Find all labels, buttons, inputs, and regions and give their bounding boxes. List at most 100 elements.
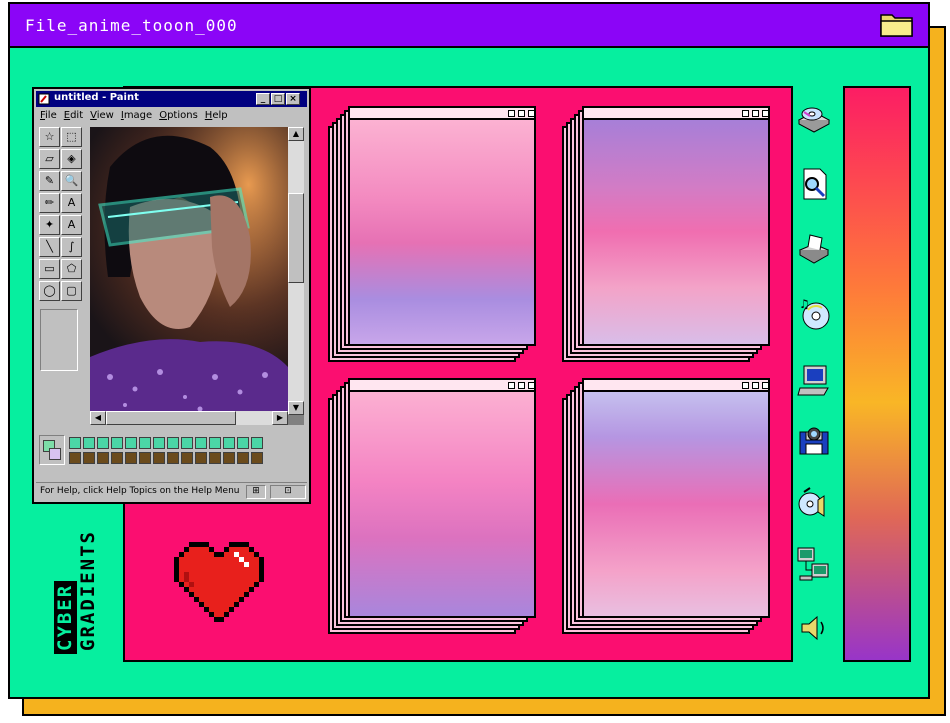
maximize-icon[interactable] xyxy=(752,110,759,117)
palette-swatch[interactable] xyxy=(251,452,263,464)
palette-swatch[interactable] xyxy=(195,437,207,449)
select-icon[interactable]: ⬚ xyxy=(61,127,82,147)
picker-icon[interactable]: ✎ xyxy=(39,171,60,191)
palette-swatch[interactable] xyxy=(97,437,109,449)
scroll-right-icon[interactable]: ▶ xyxy=(272,411,288,425)
palette-swatch[interactable] xyxy=(111,452,123,464)
minimize-icon[interactable] xyxy=(508,110,515,117)
gradient-window-titlebar[interactable] xyxy=(350,108,535,120)
maximize-icon[interactable] xyxy=(518,382,525,389)
palette-swatch[interactable] xyxy=(209,452,221,464)
scroll-down-icon[interactable]: ▼ xyxy=(288,401,304,415)
magnifier-icon[interactable]: 🔍 xyxy=(61,171,82,191)
music-cd-icon[interactable]: ♫ xyxy=(796,296,832,332)
free-select-icon[interactable]: ☆ xyxy=(39,127,60,147)
gradient-window[interactable] xyxy=(348,378,536,618)
palette-swatch[interactable] xyxy=(209,437,221,449)
palette-swatch[interactable] xyxy=(125,437,137,449)
close-icon[interactable] xyxy=(528,110,535,117)
palette-swatch[interactable] xyxy=(223,452,235,464)
palette-swatch[interactable] xyxy=(69,437,81,449)
eraser-icon[interactable]: ▱ xyxy=(39,149,60,169)
minimize-button[interactable]: _ xyxy=(256,93,270,105)
gradient-window-titlebar[interactable] xyxy=(350,380,535,392)
scroll-thumb[interactable] xyxy=(288,193,304,283)
menu-file[interactable]: File xyxy=(40,110,57,121)
maximize-icon[interactable] xyxy=(752,382,759,389)
paint-window[interactable]: untitled - Paint _ □ × File Edit View Im… xyxy=(32,87,311,504)
minimize-icon[interactable] xyxy=(742,110,749,117)
pencil-icon[interactable]: ✏ xyxy=(39,193,60,213)
menu-image[interactable]: Image xyxy=(121,110,152,121)
palette-swatch[interactable] xyxy=(83,452,95,464)
line-icon[interactable]: ╲ xyxy=(39,237,60,257)
gradient-window[interactable] xyxy=(582,378,770,618)
text-icon[interactable]: A xyxy=(61,215,82,235)
gradient-window-stack[interactable] xyxy=(326,378,536,640)
scroll-up-icon[interactable]: ▲ xyxy=(288,127,304,141)
rounded-rect-icon[interactable]: ▢ xyxy=(61,281,82,301)
palette-swatch[interactable] xyxy=(181,437,193,449)
palette-swatch[interactable] xyxy=(153,437,165,449)
vertical-scrollbar[interactable]: ▲ ▼ xyxy=(288,127,304,415)
close-icon[interactable] xyxy=(762,110,769,117)
close-icon[interactable] xyxy=(762,382,769,389)
menu-help[interactable]: Help xyxy=(205,110,228,121)
brush-icon[interactable]: A xyxy=(61,193,82,213)
palette-swatch[interactable] xyxy=(125,452,137,464)
palette-swatch[interactable] xyxy=(69,452,81,464)
palette-swatch[interactable] xyxy=(139,452,151,464)
camera-floppy-icon[interactable] xyxy=(796,422,832,458)
maximize-button[interactable]: □ xyxy=(271,93,285,105)
maximize-icon[interactable] xyxy=(518,110,525,117)
palette-swatch[interactable] xyxy=(237,452,249,464)
network-icon[interactable] xyxy=(796,546,832,582)
printer-icon[interactable] xyxy=(796,230,832,266)
minimize-icon[interactable] xyxy=(508,382,515,389)
paint-title-bar[interactable]: untitled - Paint _ □ × xyxy=(36,91,307,107)
fill-icon[interactable]: ◈ xyxy=(61,149,82,169)
menu-view[interactable]: View xyxy=(90,110,114,121)
close-icon[interactable] xyxy=(528,382,535,389)
scroll-left-icon[interactable]: ◀ xyxy=(90,411,106,425)
palette-swatch[interactable] xyxy=(153,452,165,464)
palette-swatch[interactable] xyxy=(111,437,123,449)
gradient-window-titlebar[interactable] xyxy=(584,380,769,392)
minimize-icon[interactable] xyxy=(742,382,749,389)
palette-swatch[interactable] xyxy=(167,437,179,449)
palette-swatch[interactable] xyxy=(237,437,249,449)
palette-swatch[interactable] xyxy=(195,452,207,464)
gradient-window[interactable] xyxy=(348,106,536,346)
palette-swatch[interactable] xyxy=(181,452,193,464)
gradient-window-stack[interactable] xyxy=(560,378,770,640)
menu-options[interactable]: Options xyxy=(159,110,198,121)
close-button[interactable]: × xyxy=(286,93,300,105)
palette-swatch[interactable] xyxy=(223,437,235,449)
airbrush-icon[interactable]: ✦ xyxy=(39,215,60,235)
polygon-icon[interactable]: ⬠ xyxy=(61,259,82,279)
hscroll-thumb[interactable] xyxy=(106,411,236,425)
palette-swatch[interactable] xyxy=(83,437,95,449)
palette-swatch[interactable] xyxy=(139,437,151,449)
paint-canvas[interactable]: ▲ ▼ ◀ ▶ xyxy=(90,127,304,425)
gradient-window-titlebar[interactable] xyxy=(584,108,769,120)
palette-swatch[interactable] xyxy=(251,437,263,449)
speaker-cd-icon[interactable] xyxy=(796,486,832,522)
gradient-window-stack[interactable] xyxy=(560,106,770,368)
gradient-window[interactable] xyxy=(582,106,770,346)
palette-swatch[interactable] xyxy=(167,452,179,464)
current-colors[interactable] xyxy=(39,435,65,465)
horizontal-scrollbar[interactable]: ◀ ▶ xyxy=(90,411,288,425)
title-bar[interactable]: File_anime_tooon_000 xyxy=(10,4,928,48)
palette-swatch[interactable] xyxy=(97,452,109,464)
curve-icon[interactable]: ∫ xyxy=(61,237,82,257)
ellipse-icon[interactable]: ◯ xyxy=(39,281,60,301)
cd-drive-icon[interactable] xyxy=(796,100,832,136)
menu-edit[interactable]: Edit xyxy=(64,110,83,121)
gradient-window-stack[interactable] xyxy=(326,106,536,368)
folder-icon[interactable] xyxy=(880,10,914,38)
document-search-icon[interactable] xyxy=(796,166,832,202)
computer-icon[interactable] xyxy=(796,362,832,398)
tool-options-box[interactable] xyxy=(40,309,78,371)
volume-icon[interactable] xyxy=(796,610,832,646)
